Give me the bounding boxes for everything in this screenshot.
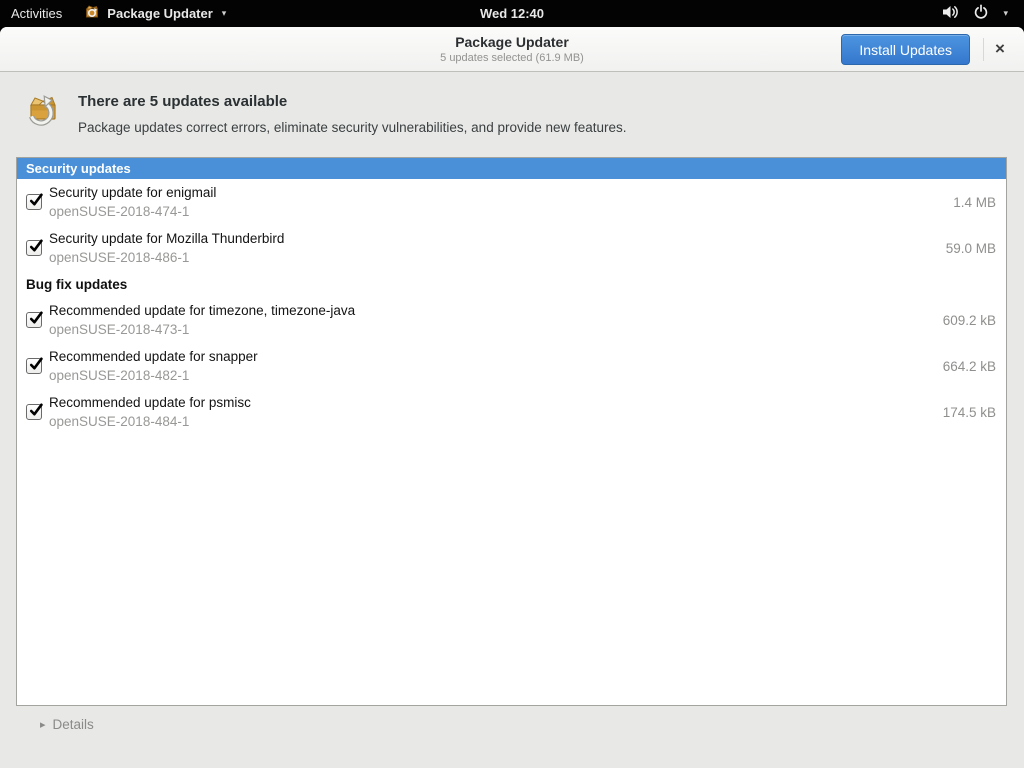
update-row-timezone[interactable]: Recommended update for timezone, timezon… [17, 297, 1006, 343]
install-updates-button[interactable]: Install Updates [841, 34, 970, 65]
top-bar: Activities Package Updater ▾ Wed 12:40 [0, 0, 1024, 27]
update-row-psmisc[interactable]: Recommended update for psmisc openSUSE-2… [17, 389, 1006, 435]
activities-button[interactable]: Activities [0, 0, 73, 27]
app-menu-button[interactable]: Package Updater ▾ [73, 0, 237, 27]
header-bar: Package Updater 5 updates selected (61.9… [0, 27, 1024, 72]
chevron-down-icon: ▾ [222, 8, 227, 19]
details-label: Details [53, 717, 94, 732]
checkbox-checked[interactable] [26, 240, 42, 256]
update-title: Security update for Mozilla Thunderbird [49, 229, 284, 248]
expander-arrow-icon: ▸ [40, 718, 46, 731]
update-size: 609.2 kB [943, 313, 996, 328]
close-icon: × [995, 39, 1005, 58]
section-label: Bug fix updates [26, 277, 127, 292]
headerbar-separator [983, 38, 984, 61]
app-menu-label: Package Updater [107, 6, 213, 21]
activities-label: Activities [11, 6, 62, 21]
update-row-enigmail[interactable]: Security update for enigmail openSUSE-20… [17, 179, 1006, 225]
update-id: openSUSE-2018-482-1 [49, 366, 258, 385]
power-icon [973, 4, 989, 23]
package-updater-icon [84, 4, 100, 23]
checkbox-checked[interactable] [26, 358, 42, 374]
summary-description: Package updates correct errors, eliminat… [78, 120, 627, 135]
chevron-down-icon: ▾ [1003, 8, 1008, 19]
update-title: Recommended update for snapper [49, 347, 258, 366]
close-button[interactable]: × [988, 37, 1012, 61]
update-id: openSUSE-2018-473-1 [49, 320, 355, 339]
update-size: 1.4 MB [953, 195, 996, 210]
update-row-thunderbird[interactable]: Security update for Mozilla Thunderbird … [17, 225, 1006, 271]
update-id: openSUSE-2018-474-1 [49, 202, 216, 221]
package-updater-app-icon [24, 92, 62, 130]
update-size: 59.0 MB [946, 241, 996, 256]
update-size: 664.2 kB [943, 359, 996, 374]
checkbox-checked[interactable] [26, 194, 42, 210]
update-row-snapper[interactable]: Recommended update for snapper openSUSE-… [17, 343, 1006, 389]
checkbox-checked[interactable] [26, 404, 42, 420]
update-title: Recommended update for psmisc [49, 393, 251, 412]
section-label: Security updates [26, 161, 131, 176]
section-header-bugfix[interactable]: Bug fix updates [17, 271, 1006, 297]
update-title: Security update for enigmail [49, 183, 216, 202]
update-id: openSUSE-2018-484-1 [49, 412, 251, 431]
update-size: 174.5 kB [943, 405, 996, 420]
package-updater-window: Package Updater 5 updates selected (61.9… [0, 27, 1024, 768]
volume-icon [942, 4, 961, 23]
update-id: openSUSE-2018-486-1 [49, 248, 284, 267]
updates-list: Security updates Security update for eni… [16, 157, 1007, 706]
update-title: Recommended update for timezone, timezon… [49, 301, 355, 320]
details-expander[interactable]: ▸ Details [40, 717, 94, 732]
section-header-security[interactable]: Security updates [17, 158, 1006, 179]
checkbox-checked[interactable] [26, 312, 42, 328]
summary-title: There are 5 updates available [78, 93, 627, 110]
system-status-menu[interactable]: ▾ [936, 0, 1014, 27]
updates-summary: There are 5 updates available Package up… [24, 90, 627, 135]
